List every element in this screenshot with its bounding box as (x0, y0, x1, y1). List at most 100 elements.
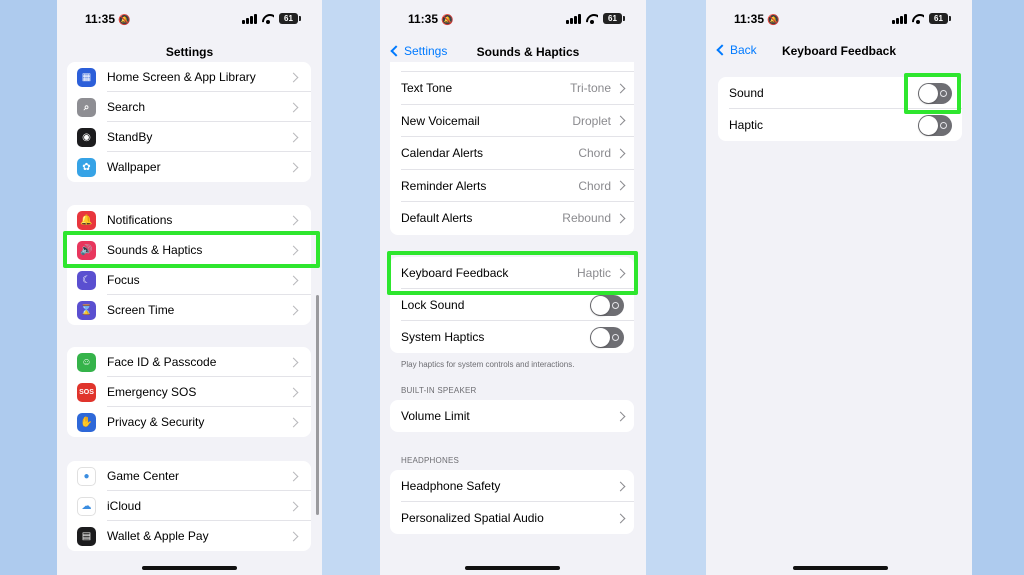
row-label: New Voicemail (401, 113, 480, 128)
tone-row[interactable]: Reminder Alerts Chord (390, 170, 634, 202)
battery-icon: 61 (929, 13, 951, 24)
row-value: Tri-tone (570, 81, 611, 96)
row-label: Emergency SOS (107, 385, 197, 399)
speaker-group: Volume Limit (390, 400, 634, 432)
row-label: Privacy & Security (107, 415, 205, 429)
chevron-right-icon (288, 531, 299, 541)
settings-group-display: ▦ Home Screen & App Library ⌕ Search ◉ StandB… (67, 62, 311, 182)
section-header-speaker: BUILT-IN SPEAKER (401, 386, 477, 395)
home-indicator[interactable] (465, 566, 560, 570)
nav-bar: Back Keyboard Feedback (706, 40, 972, 64)
cellular-signal-icon (892, 13, 907, 24)
row-label: Sound (729, 86, 764, 100)
chevron-right-icon (288, 162, 299, 172)
chevron-right-icon (288, 72, 299, 82)
system-haptics-row: System Haptics (390, 321, 634, 353)
home-indicator[interactable] (142, 566, 237, 570)
status-bar: 11:35 🔕 61 (706, 12, 972, 28)
settings-row[interactable]: ▤ Wallet & Apple Pay (67, 521, 311, 551)
headphone-safety-row[interactable]: Headphone Safety (390, 470, 634, 502)
settings-row[interactable]: ⌛ Screen Time (67, 295, 311, 325)
row-value: Droplet (572, 113, 611, 128)
tone-row[interactable]: Default Alerts Rebound (390, 202, 634, 235)
tone-row[interactable]: Calendar Alerts Chord (390, 137, 634, 170)
notifications-icon: 🔔 (77, 210, 96, 230)
scroll-indicator[interactable] (316, 295, 319, 515)
row-label: iCloud (107, 499, 142, 513)
row-label: Focus (107, 273, 140, 287)
status-time: 11:35 🔕 (85, 12, 131, 26)
tone-row[interactable]: Text Tone Tri-tone (390, 72, 634, 105)
settings-row[interactable]: ☾ Focus (67, 265, 311, 295)
chevron-right-icon (288, 132, 299, 142)
focus-icon: ☾ (77, 270, 96, 290)
row-value: Chord (578, 178, 611, 193)
row-label: Default Alerts (401, 211, 473, 226)
privacy-hand-icon: ✋ (77, 412, 96, 432)
status-bar: 11:35 🔕 61 (380, 12, 646, 28)
chevron-right-icon (288, 102, 299, 112)
sos-icon: SOS (77, 382, 96, 402)
row-value: Chord (578, 146, 611, 161)
wifi-icon (262, 14, 274, 24)
row-label: Volume Limit (401, 409, 470, 423)
search-icon: ⌕ (77, 97, 96, 117)
settings-row[interactable]: SOS Emergency SOS (67, 377, 311, 407)
settings-row[interactable]: ✿ Wallpaper (67, 152, 311, 182)
section-header-headphones: HEADPHONES (401, 456, 460, 465)
row-label: Headphone Safety (401, 479, 501, 493)
row-label: Search (107, 100, 146, 114)
highlight-sound-toggle (904, 73, 961, 114)
haptics-footnote: Play haptics for system controls and int… (401, 360, 575, 369)
highlight-sounds-haptics (63, 231, 320, 268)
chevron-right-icon (288, 275, 299, 285)
wallpaper-icon: ✿ (77, 157, 96, 177)
chevron-right-icon (288, 501, 299, 511)
cellular-signal-icon (242, 13, 257, 24)
face-id-icon: ☺ (77, 352, 96, 372)
row-label: Face ID & Passcode (107, 355, 217, 369)
chevron-right-icon (615, 148, 626, 159)
row-value: Rebound (562, 211, 611, 226)
tones-group: Text Tone Tri-tone New Voicemail Droplet Cal… (390, 62, 634, 235)
keyboard-feedback-screen: 11:35 🔕 61 Back Keyboard Feedback Sound H… (706, 0, 972, 575)
spatial-audio-row[interactable]: Personalized Spatial Audio (390, 502, 634, 534)
settings-row[interactable]: ▦ Home Screen & App Library (67, 62, 311, 92)
settings-row[interactable]: ● Game Center (67, 461, 311, 491)
row-label: Text Tone (401, 81, 453, 96)
page-title: Keyboard Feedback (781, 44, 897, 58)
status-time: 11:35 🔕 (734, 12, 780, 26)
home-indicator[interactable] (793, 566, 888, 570)
wallet-icon: ▤ (77, 526, 96, 546)
settings-row[interactable]: ⌕ Search (67, 92, 311, 122)
chevron-right-icon (288, 215, 299, 225)
page-title: Settings (165, 45, 214, 59)
haptic-toggle[interactable] (918, 114, 952, 136)
chevron-right-icon (615, 513, 626, 523)
row-label: Personalized Spatial Audio (401, 511, 544, 525)
settings-row[interactable]: ◉ StandBy (67, 122, 311, 152)
status-bar: 11:35 🔕 61 (57, 12, 322, 28)
system-haptics-toggle[interactable] (590, 326, 624, 348)
screen-time-icon: ⌛ (77, 300, 96, 320)
lock-sound-toggle[interactable] (590, 294, 624, 316)
sounds-haptics-screen: 11:35 🔕 61 Settings Sounds & Haptics Text… (380, 0, 646, 575)
row-label: System Haptics (401, 330, 485, 344)
chevron-right-icon (288, 387, 299, 397)
home-screen-icon: ▦ (77, 67, 96, 87)
tone-row[interactable]: New Voicemail Droplet (390, 105, 634, 137)
chevron-left-icon (390, 45, 402, 57)
chevron-right-icon (615, 83, 626, 94)
chevron-right-icon (615, 180, 626, 191)
settings-group-security: ☺ Face ID & Passcode SOS Emergency SOS ✋ Priv… (67, 347, 311, 437)
row-label: Screen Time (107, 303, 175, 317)
partial-row (390, 62, 634, 72)
settings-row[interactable]: ☺ Face ID & Passcode (67, 347, 311, 377)
standby-icon: ◉ (77, 127, 96, 147)
volume-limit-row[interactable]: Volume Limit (390, 400, 634, 432)
settings-row[interactable]: ☁ iCloud (67, 491, 311, 521)
row-label: Wallpaper (107, 160, 161, 174)
settings-row[interactable]: ✋ Privacy & Security (67, 407, 311, 437)
background-stripe (646, 0, 706, 575)
row-label: Lock Sound (401, 298, 465, 312)
